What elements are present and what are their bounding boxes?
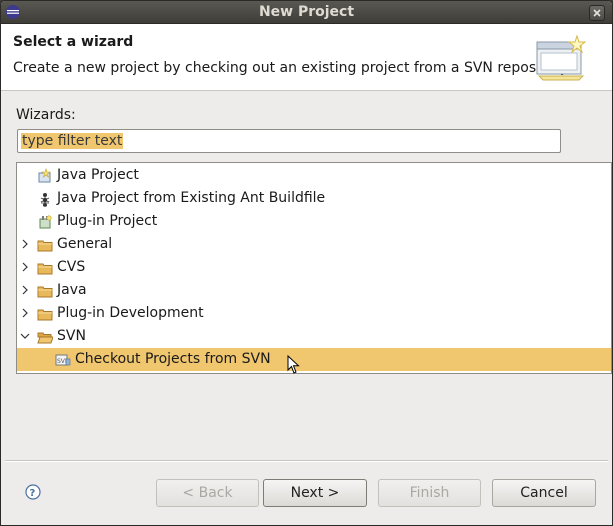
folder-open-icon [37,332,53,344]
tree-item-java-project[interactable]: Java Project [17,164,611,187]
folder-icon [37,240,53,252]
tree-item-label: Java Project from Existing Ant Buildfile [57,190,326,206]
wizards-tree[interactable]: Java Project Java Project from Existing … [16,162,612,374]
folder-icon [37,263,53,275]
tree-item-label: Checkout Projects from SVN [75,351,271,367]
page-title: Select a wizard [13,34,134,50]
wizards-label: Wizards: [16,107,76,123]
wizard-header: Select a wizard Create a new project by … [1,24,612,91]
tree-item-plugin-project[interactable]: Plug-in Project [17,210,611,233]
tree-item-cvs[interactable]: CVS [17,256,611,279]
new-wizard-banner-icon [536,34,587,81]
chevron-right-icon[interactable] [20,308,30,318]
title-bar[interactable]: New Project [1,1,612,24]
chevron-down-icon[interactable] [20,331,30,341]
tree-item-label: Java [57,282,87,298]
svn-checkout-icon: SVN [55,354,71,366]
plugin-project-icon [39,215,52,229]
help-icon[interactable]: ? [25,484,41,500]
window-title: New Project [258,4,355,20]
close-button[interactable] [589,5,605,21]
next-button[interactable]: Next > [263,479,367,507]
filter-input-text: type filter text [21,133,124,149]
tree-item-label: Plug-in Development [57,305,204,321]
tree-item-java[interactable]: Java [17,279,611,302]
tree-item-label: Java Project [57,167,139,183]
new-project-dialog: New Project Select a wizard Create a new… [0,0,613,526]
chevron-right-icon[interactable] [20,262,30,272]
java-project-icon [38,168,51,183]
tree-item-label: SVN [57,328,86,344]
tree-item-label: General [57,236,113,252]
ant-icon [40,193,50,207]
chevron-right-icon[interactable] [20,239,30,249]
tree-item-label: Plug-in Project [57,213,158,229]
close-icon [593,9,601,17]
back-button[interactable]: < Back [156,479,259,507]
tree-item-checkout-svn[interactable]: SVN Checkout Projects from SVN [17,348,611,371]
svg-text:?: ? [30,488,36,499]
tree-item-ant-project[interactable]: Java Project from Existing Ant Buildfile [17,187,611,210]
cancel-button[interactable]: Cancel [492,479,596,507]
tree-item-label: CVS [57,259,86,275]
filter-input[interactable]: type filter text [17,129,561,153]
folder-icon [37,286,53,298]
tree-item-plugin-development[interactable]: Plug-in Development [17,302,611,325]
mouse-cursor-icon [287,355,300,374]
page-description: Create a new project by checking out an … [13,60,571,76]
folder-icon [37,309,53,321]
tree-item-general[interactable]: General [17,233,611,256]
tree-item-svn[interactable]: SVN [17,325,611,348]
finish-button[interactable]: Finish [378,479,481,507]
button-bar-separator [5,460,608,462]
chevron-right-icon[interactable] [20,285,30,295]
